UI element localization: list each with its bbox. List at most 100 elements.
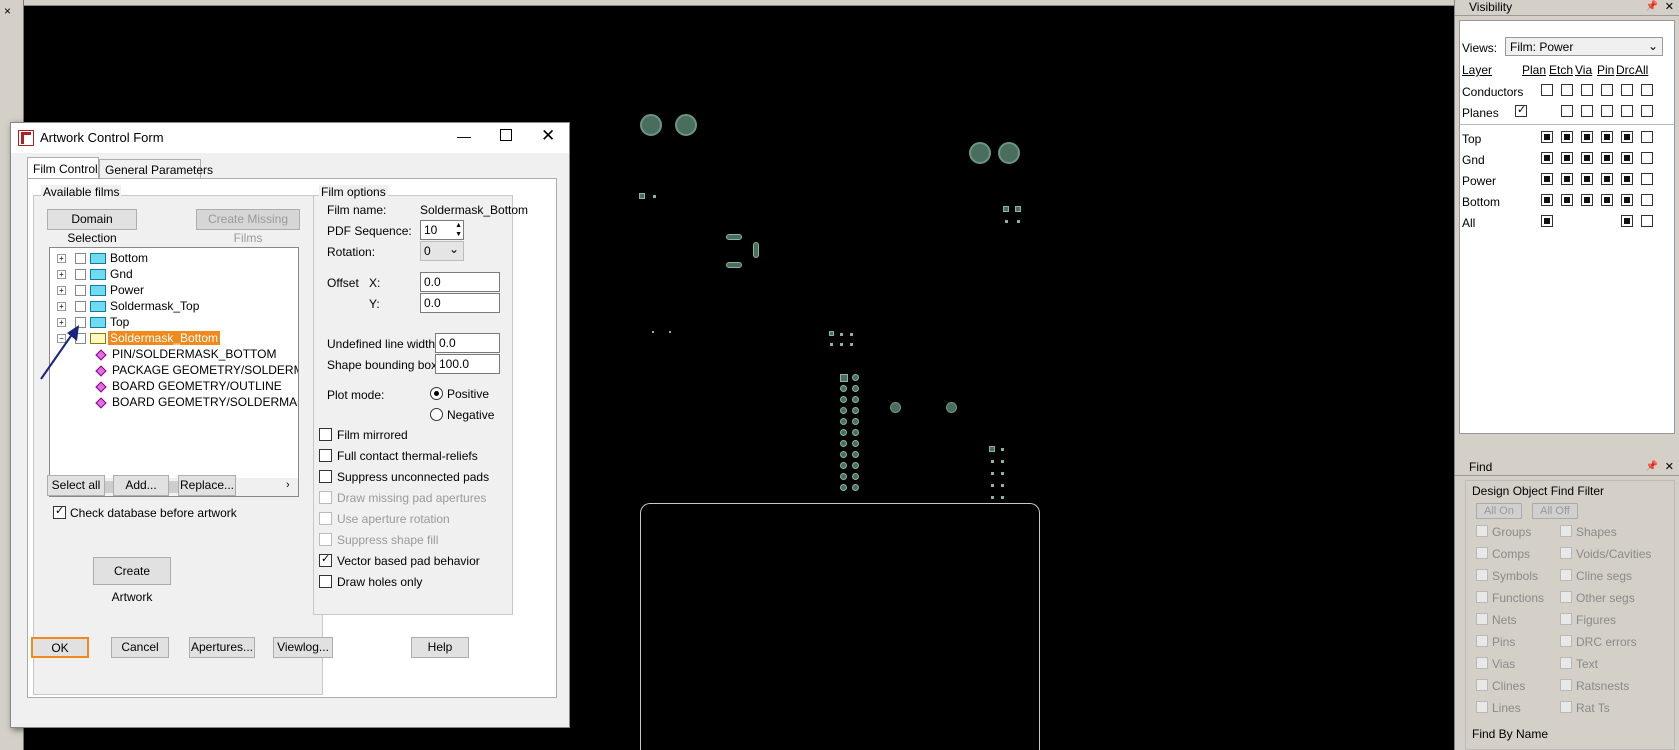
suppress-shape-checkbox[interactable] — [319, 533, 332, 546]
find-titlebar: Find 📌 ✕ — [1455, 460, 1679, 476]
checkbox[interactable] — [1581, 105, 1593, 117]
checkbox-filled[interactable] — [1601, 152, 1613, 164]
check-database-checkbox[interactable] — [53, 504, 66, 519]
pin-icon[interactable]: 📌 — [1646, 1, 1658, 12]
checkbox-filled[interactable] — [1581, 194, 1593, 206]
find-lines: Lines — [1492, 701, 1521, 715]
checkbox-filled[interactable] — [1561, 131, 1573, 143]
offset-x-input[interactable]: 0.0 — [420, 272, 500, 292]
checkbox[interactable] — [1641, 215, 1653, 227]
checkbox-filled[interactable] — [1581, 173, 1593, 185]
undefined-line-width-input[interactable]: 0.0 — [435, 333, 500, 353]
replace-button[interactable]: Replace... — [178, 475, 236, 496]
checkbox-filled[interactable] — [1561, 173, 1573, 185]
checkbox-filled[interactable] — [1541, 215, 1553, 227]
checkbox-filled[interactable] — [1581, 131, 1593, 143]
checkbox-filled[interactable] — [1621, 152, 1633, 164]
select-all-button[interactable]: Select all — [47, 475, 105, 496]
find-other-segs: Other segs — [1576, 591, 1635, 605]
suppress-unconnected-checkbox[interactable] — [319, 470, 332, 483]
checkbox-filled[interactable] — [1581, 152, 1593, 164]
cancel-button[interactable]: Cancel — [111, 637, 169, 658]
checkbox[interactable] — [1641, 194, 1653, 206]
maximize-icon[interactable] — [500, 129, 512, 141]
checkbox[interactable] — [1561, 84, 1573, 96]
domain-selection-button[interactable]: Domain Selection — [47, 209, 137, 245]
rotation-select[interactable]: 0 ⌄ — [420, 241, 464, 261]
close-icon[interactable]: ✕ — [1665, 0, 1674, 13]
shape-bounding-box-input[interactable]: 100.0 — [435, 354, 500, 374]
header-etch[interactable]: Etch — [1549, 63, 1573, 77]
checkbox-filled[interactable] — [1601, 173, 1613, 185]
ok-button[interactable]: OK — [31, 637, 89, 658]
header-layer[interactable]: Layer — [1462, 63, 1492, 77]
close-icon[interactable]: × — [4, 4, 11, 18]
checkbox-filled[interactable] — [1561, 194, 1573, 206]
views-select[interactable]: Film: Power ⌄ — [1505, 37, 1663, 56]
create-artwork-button[interactable]: Create Artwork — [93, 557, 171, 604]
checkbox[interactable] — [1581, 84, 1593, 96]
header-drc[interactable]: Drc — [1616, 63, 1635, 77]
all-off-button[interactable]: All Off — [1532, 503, 1578, 519]
checkbox-filled[interactable] — [1541, 194, 1553, 206]
checkbox-filled[interactable] — [1621, 215, 1633, 227]
tab-general-parameters[interactable]: General Parameters — [99, 159, 213, 179]
checkbox[interactable] — [1621, 84, 1633, 96]
checkbox[interactable] — [1641, 152, 1653, 164]
checkbox-filled[interactable] — [1601, 194, 1613, 206]
checkbox[interactable] — [1601, 84, 1613, 96]
negative-label: Negative — [447, 408, 495, 422]
checkbox-filled[interactable] — [1621, 173, 1633, 185]
checkbox-checked[interactable] — [1515, 103, 1527, 117]
find-by-name-label: Find By Name — [1472, 727, 1549, 741]
draw-missing-checkbox[interactable] — [319, 491, 332, 504]
header-via[interactable]: Via — [1575, 63, 1592, 77]
header-plan[interactable]: Plan — [1522, 63, 1546, 77]
add-button[interactable]: Add... — [113, 475, 169, 496]
offset-y-input[interactable]: 0.0 — [420, 293, 500, 313]
checkbox-filled[interactable] — [1601, 131, 1613, 143]
draw-holes-checkbox[interactable] — [319, 575, 332, 588]
checkbox[interactable] — [1621, 105, 1633, 117]
checkbox-filled[interactable] — [1561, 152, 1573, 164]
viewlog-button[interactable]: Viewlog... — [273, 637, 333, 658]
full-contact-checkbox[interactable] — [319, 449, 332, 462]
negative-radio[interactable] — [430, 408, 443, 421]
checkbox-filled[interactable] — [1621, 131, 1633, 143]
header-pin[interactable]: Pin — [1597, 63, 1614, 77]
checkbox[interactable] — [1641, 131, 1653, 143]
checkbox[interactable] — [1641, 105, 1653, 117]
spinner-icon[interactable]: ▲ ▼ — [455, 221, 462, 239]
chevron-right-icon[interactable]: › — [286, 479, 290, 491]
all-on-button[interactable]: All On — [1476, 503, 1522, 519]
checkbox-filled[interactable] — [1541, 173, 1553, 185]
pin-icon[interactable]: 📌 — [1646, 461, 1658, 472]
find-voids: Voids/Cavities — [1576, 547, 1652, 561]
close-icon[interactable]: ✕ — [541, 126, 555, 146]
positive-radio[interactable] — [430, 387, 443, 400]
close-icon[interactable]: ✕ — [1665, 460, 1674, 473]
pdf-sequence-input[interactable]: 10 ▲ ▼ — [420, 220, 464, 240]
checkbox[interactable] — [1561, 105, 1573, 117]
checkbox[interactable] — [1641, 173, 1653, 185]
apertures-button[interactable]: Apertures... — [189, 637, 255, 658]
vector-based-checkbox[interactable] — [319, 552, 332, 567]
checkbox[interactable] — [1601, 105, 1613, 117]
header-all[interactable]: All — [1635, 63, 1648, 77]
undefined-line-width-label: Undefined line width: — [327, 337, 439, 351]
checkbox[interactable] — [1541, 84, 1553, 96]
create-missing-films-button[interactable]: Create Missing Films — [196, 209, 300, 245]
tree-label: Top — [110, 315, 130, 329]
help-button[interactable]: Help — [411, 637, 469, 658]
checkbox[interactable] — [1641, 84, 1653, 96]
views-label: Views: — [1462, 41, 1498, 55]
suppress-shape-label: Suppress shape fill — [337, 533, 439, 547]
use-aperture-checkbox[interactable] — [319, 512, 332, 525]
checkbox-filled[interactable] — [1621, 194, 1633, 206]
tab-film-control[interactable]: Film Control — [27, 157, 99, 179]
film-mirrored-checkbox[interactable] — [319, 428, 332, 441]
find-symbols: Symbols — [1492, 569, 1539, 583]
checkbox-filled[interactable] — [1541, 131, 1553, 143]
checkbox-filled[interactable] — [1541, 152, 1553, 164]
minimize-icon[interactable]: — — [457, 128, 471, 144]
